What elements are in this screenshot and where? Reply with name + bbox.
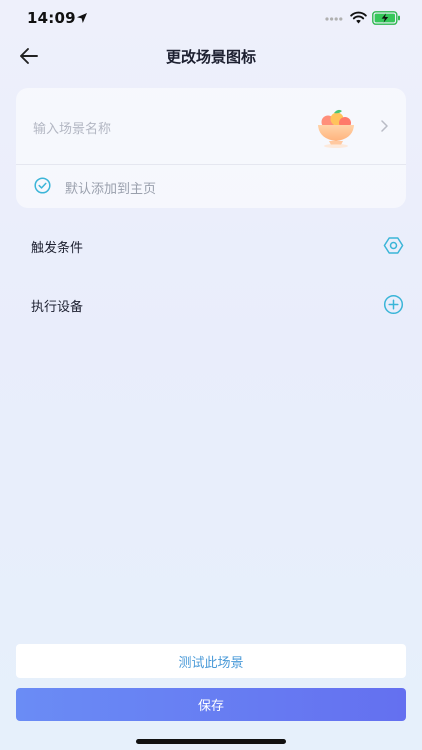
- execution-device-label: 执行设备: [31, 300, 84, 315]
- chevron-right-icon: [381, 120, 388, 132]
- test-scene-button[interactable]: 测试此场景: [16, 644, 406, 678]
- save-button[interactable]: 保存: [16, 688, 406, 721]
- status-time: 14:09: [27, 9, 76, 27]
- scene-name-input[interactable]: 输入场景名称: [16, 88, 406, 164]
- fruit-bowl-icon[interactable]: [312, 106, 360, 150]
- default-add-toggle[interactable]: 默认添加到主页: [16, 165, 406, 208]
- default-add-label: 默认添加到主页: [65, 182, 157, 197]
- home-indicator: [136, 739, 286, 744]
- scene-name-placeholder: 输入场景名称: [33, 122, 112, 137]
- scene-card: 输入场景名称 默认添加到主页: [16, 88, 406, 208]
- trigger-condition-label: 触发条件: [31, 241, 84, 256]
- battery-charging-icon: [372, 11, 400, 25]
- cellular-signal-icon: [325, 17, 343, 21]
- status-bar: 14:09: [0, 0, 422, 40]
- wifi-icon: [350, 11, 367, 24]
- trigger-settings-icon[interactable]: [383, 235, 404, 256]
- page-title: 更改场景图标: [165, 48, 256, 66]
- check-circle-icon[interactable]: [34, 177, 51, 194]
- add-device-plus-icon[interactable]: [383, 294, 404, 315]
- location-arrow-icon: [77, 13, 87, 23]
